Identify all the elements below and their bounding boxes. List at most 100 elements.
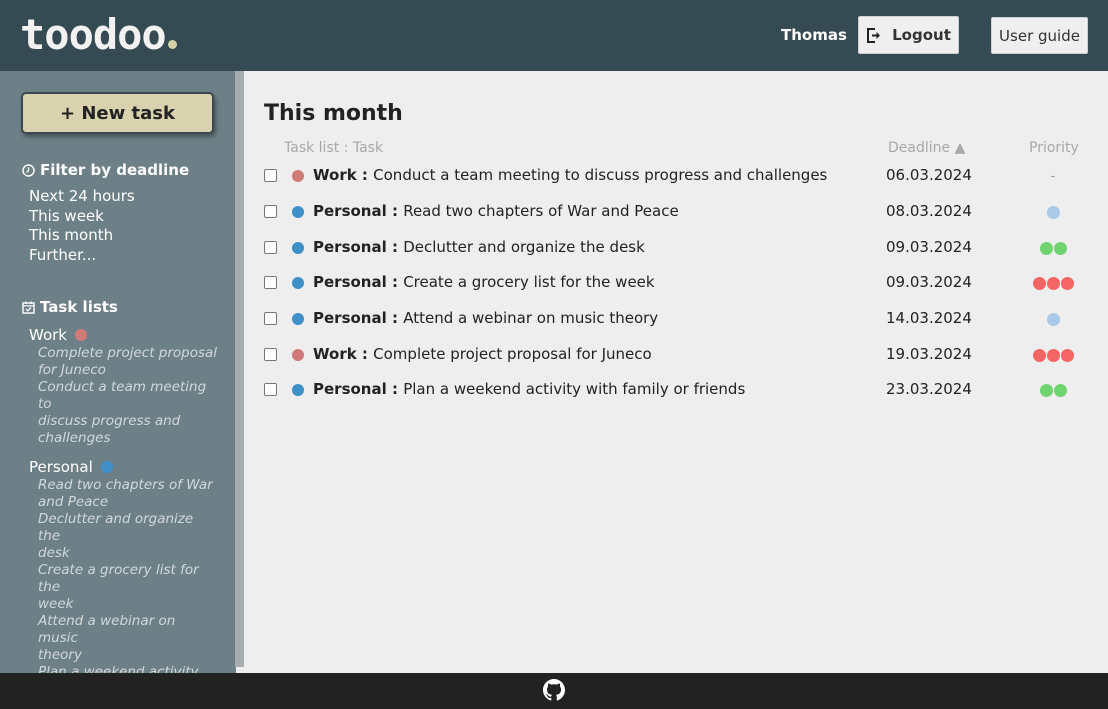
task-deadline: 08.03.2024 <box>886 202 972 220</box>
task-priority[interactable]: - <box>1029 168 1077 184</box>
username: Thomas <box>781 26 847 44</box>
tasklist-tasks: Complete project proposal for Juneco Condu… <box>38 345 219 447</box>
task-text[interactable]: Personal : Create a grocery list for the… <box>313 273 655 291</box>
github-icon[interactable] <box>543 679 565 701</box>
task-priority[interactable] <box>1029 204 1077 220</box>
filter-next-24-hours[interactable]: Next 24 hours <box>29 187 135 207</box>
tasklist-color-dot <box>292 349 304 361</box>
tasklist-color-dot <box>292 170 304 182</box>
task-deadline: 09.03.2024 <box>886 273 972 291</box>
sidebar-task-item[interactable]: discuss progress and <box>38 413 219 430</box>
priority-dot <box>1046 312 1060 326</box>
clock-icon <box>22 163 35 177</box>
task-text[interactable]: Personal : Plan a weekend activity with … <box>313 380 745 398</box>
task-checkbox[interactable] <box>264 169 277 182</box>
tasklist-label: Work <box>29 326 67 344</box>
task-checkbox[interactable] <box>264 205 277 218</box>
tasklist-personal[interactable]: Personal <box>29 457 219 477</box>
task-list-name: Work <box>313 166 357 184</box>
page-title: This month <box>264 101 403 126</box>
task-row: Personal : Plan a weekend activity with … <box>264 378 1094 402</box>
priority-dot <box>1032 276 1046 290</box>
tasklists: Work Complete project proposal for Juneco C… <box>29 325 219 709</box>
task-text[interactable]: Work : Conduct a team meeting to discuss… <box>313 166 827 184</box>
task-checkbox[interactable] <box>264 276 277 289</box>
sidebar-task-item[interactable]: desk <box>38 545 219 562</box>
calendar-check-icon <box>22 301 35 314</box>
logout-button[interactable]: Logout <box>858 16 959 54</box>
sidebar-task-item[interactable]: and Peace <box>38 494 219 511</box>
priority-dot <box>1053 241 1067 255</box>
task-deadline: 09.03.2024 <box>886 238 972 256</box>
filter-further[interactable]: Further... <box>29 246 135 266</box>
sidebar-task-item[interactable]: challenges <box>38 430 219 447</box>
task-deadline: 14.03.2024 <box>886 309 972 327</box>
priority-dot <box>1046 348 1060 362</box>
user-guide-button[interactable]: User guide <box>991 17 1088 54</box>
task-checkbox[interactable] <box>264 241 277 254</box>
task-separator: : <box>386 238 404 256</box>
filter-this-month[interactable]: This month <box>29 226 135 246</box>
task-priority[interactable] <box>1029 382 1077 398</box>
task-priority[interactable] <box>1029 311 1077 327</box>
task-text[interactable]: Personal : Declutter and organize the de… <box>313 238 645 256</box>
task-checkbox[interactable] <box>264 348 277 361</box>
sidebar-task-item[interactable]: Create a grocery list for the <box>38 562 219 596</box>
task-priority[interactable] <box>1029 275 1077 291</box>
task-list-name: Personal <box>313 202 387 220</box>
sidebar-task-item[interactable]: Complete project proposal <box>38 345 219 362</box>
sidebar-task-item[interactable]: week <box>38 596 219 613</box>
app-logo[interactable]: toodoo <box>20 10 177 59</box>
filter-this-week[interactable]: This week <box>29 207 135 227</box>
tasklist-color-dot <box>292 206 304 218</box>
task-checkbox[interactable] <box>264 383 277 396</box>
sidebar-task-item[interactable]: theory <box>38 647 219 664</box>
tasklist-color-dot <box>292 313 304 325</box>
task-list-name: Personal <box>313 238 387 256</box>
column-header-priority[interactable]: Priority <box>1029 140 1079 156</box>
task-row: Work : Complete project proposal for Jun… <box>264 343 1094 367</box>
logo-dot <box>167 40 177 49</box>
tasklist-color-dot <box>292 242 304 254</box>
tasklists-heading-label: Task lists <box>40 298 118 316</box>
priority-dot <box>1032 348 1046 362</box>
new-task-button[interactable]: + New task <box>21 92 214 134</box>
sidebar-task-item[interactable]: Declutter and organize the <box>38 511 219 545</box>
priority-dot <box>1053 383 1067 397</box>
column-header-task[interactable]: Task list : Task <box>284 140 383 156</box>
column-header-deadline[interactable]: Deadline ▲ <box>888 140 965 156</box>
sidebar-task-item[interactable]: Read two chapters of War <box>38 477 219 494</box>
task-deadline: 06.03.2024 <box>886 166 972 184</box>
task-title: Declutter and organize the desk <box>403 238 645 256</box>
tasklist-color-dot <box>292 277 304 289</box>
tasklist-color-dot <box>292 384 304 396</box>
tasklist-label: Personal <box>29 458 93 476</box>
task-title: Conduct a team meeting to discuss progre… <box>373 166 828 184</box>
task-separator: : <box>386 273 404 291</box>
task-row: Personal : Create a grocery list for the… <box>264 271 1094 295</box>
task-title: Attend a webinar on music theory <box>403 309 659 327</box>
task-text[interactable]: Work : Complete project proposal for Jun… <box>313 345 652 363</box>
task-separator: : <box>386 380 404 398</box>
task-separator: : <box>356 345 374 363</box>
task-checkbox[interactable] <box>264 312 277 325</box>
priority-dot <box>1046 276 1060 290</box>
task-priority[interactable] <box>1029 347 1077 363</box>
sidebar-task-item[interactable]: for Juneco <box>38 362 219 379</box>
priority-dot <box>1060 276 1074 290</box>
sidebar-task-item[interactable]: Attend a webinar on music <box>38 613 219 647</box>
task-row: Personal : Read two chapters of War and … <box>264 200 1094 224</box>
logout-label: Logout <box>892 26 951 44</box>
task-text[interactable]: Personal : Read two chapters of War and … <box>313 202 679 220</box>
task-priority[interactable] <box>1029 240 1077 256</box>
task-list-name: Work <box>313 345 357 363</box>
task-list-name: Personal <box>313 273 387 291</box>
task-text[interactable]: Personal : Attend a webinar on music the… <box>313 309 658 327</box>
tasklist-work[interactable]: Work <box>29 325 219 345</box>
sidebar-task-item[interactable]: Conduct a team meeting to <box>38 379 219 413</box>
task-deadline: 23.03.2024 <box>886 380 972 398</box>
task-separator: : <box>386 202 404 220</box>
filter-heading-label: Filter by deadline <box>40 161 190 179</box>
task-list-name: Personal <box>313 309 387 327</box>
priority-dot <box>1060 348 1074 362</box>
